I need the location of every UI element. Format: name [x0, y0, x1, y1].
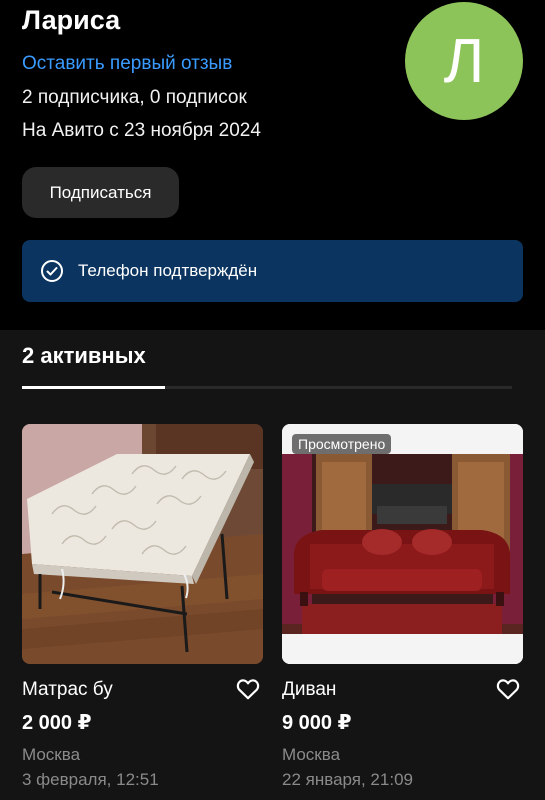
- profile-header: Лариса Оставить первый отзыв 2 подписчик…: [0, 0, 545, 330]
- heart-icon[interactable]: [235, 676, 261, 702]
- listings-section: 2 активных Матрас бу 2 000 ₽ Москва 3 фе…: [0, 330, 545, 800]
- phone-verified-banner: Телефон подтверждён: [22, 240, 523, 302]
- subscribe-button[interactable]: Подписаться: [22, 167, 179, 218]
- phone-verified-text: Телефон подтверждён: [78, 261, 258, 280]
- profile-name: Лариса: [22, 5, 121, 35]
- avatar[interactable]: Л: [405, 2, 523, 120]
- listing-image-sofa[interactable]: Просмотрено: [282, 424, 523, 664]
- member-since: На Авито с 23 ноября 2024: [22, 120, 261, 141]
- viewed-badge: Просмотрено: [292, 434, 392, 454]
- mattress-photo: [22, 424, 263, 664]
- listing-title[interactable]: Диван: [282, 678, 336, 702]
- listing-price: 2 000 ₽: [22, 712, 92, 734]
- listing-card[interactable]: Матрас бу 2 000 ₽ Москва 3 февраля, 12:5…: [22, 424, 263, 789]
- listing-city: Москва: [22, 745, 81, 764]
- listing-card[interactable]: Просмотрено Диван 9 000 ₽ Москва 22 янва…: [282, 424, 523, 789]
- heart-icon[interactable]: [495, 676, 521, 702]
- sofa-photo: [282, 424, 523, 664]
- listing-date: 3 февраля, 12:51: [22, 770, 159, 789]
- listing-date: 22 января, 21:09: [282, 770, 413, 789]
- listing-city: Москва: [282, 745, 341, 764]
- listing-title[interactable]: Матрас бу: [22, 678, 113, 702]
- tab-active-indicator: [22, 386, 165, 389]
- subscribers-count: 2 подписчика, 0 подписок: [22, 87, 247, 108]
- leave-review-link[interactable]: Оставить первый отзыв: [22, 51, 232, 77]
- listing-image-mattress[interactable]: [22, 424, 263, 664]
- check-circle-icon: [41, 260, 63, 282]
- tab-active[interactable]: 2 активных: [22, 342, 146, 370]
- avatar-letter: Л: [443, 26, 485, 96]
- listing-price: 9 000 ₽: [282, 712, 352, 734]
